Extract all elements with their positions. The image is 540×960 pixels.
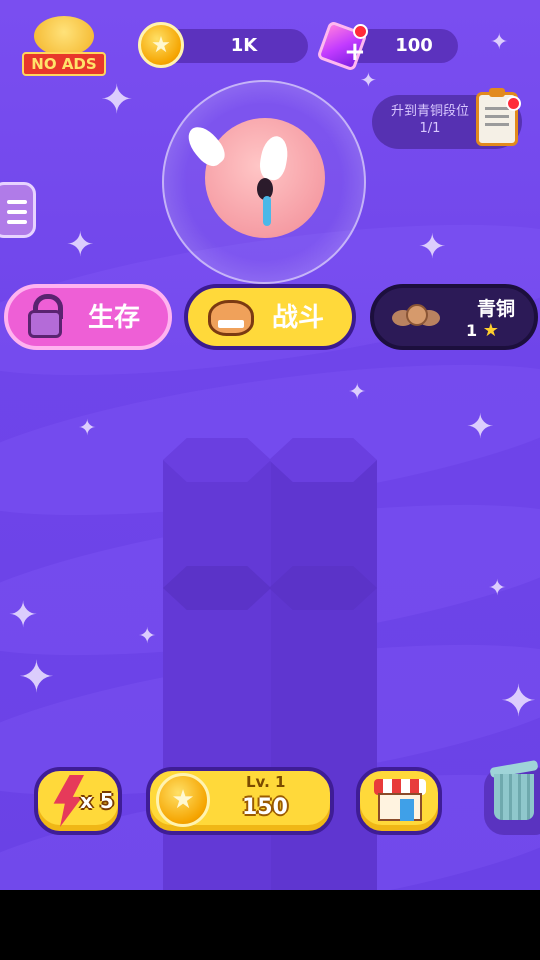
- sparkle-icon: ✦: [466, 407, 495, 447]
- upgrade-level: Lv. 1: [246, 773, 286, 791]
- survival-mode-button[interactable]: 生存: [4, 284, 172, 350]
- shop-button[interactable]: [356, 767, 442, 835]
- lock-icon: [28, 294, 63, 338]
- game-screen: ✦ ✦ ✦ ✦ ✦ ✦ ✦ ✦ ✦ ✦ ✦ ✦ ✦ NO ADS ★ 1K + …: [0, 0, 540, 890]
- dragon-icon: [202, 294, 260, 342]
- notification-dot: [506, 96, 521, 111]
- gem-amount: 100: [395, 35, 433, 56]
- sparkle-icon: ✦: [18, 652, 55, 703]
- rank-button[interactable]: 青铜 1 ★: [370, 284, 538, 350]
- sparkle-icon: ✦: [360, 68, 377, 92]
- trash-icon: [489, 759, 539, 822]
- add-gems-icon[interactable]: +: [344, 39, 366, 65]
- monster-character: [181, 118, 325, 238]
- sparkle-icon: ✦: [66, 225, 95, 265]
- rank-stars: 1 ★: [466, 320, 499, 341]
- upgrade-button[interactable]: ★ Lv. 1 150: [146, 767, 334, 835]
- no-ads-label: NO ADS: [22, 52, 106, 76]
- energy-button[interactable]: x 5: [34, 767, 122, 835]
- rank-star-count: 1: [466, 321, 478, 340]
- sparkle-icon: ✦: [138, 624, 157, 649]
- sparkle-icon: ✦: [500, 676, 537, 727]
- energy-count: x 5: [80, 789, 114, 813]
- rank-name: 青铜: [476, 298, 515, 320]
- no-ads-button[interactable]: NO ADS: [20, 16, 108, 80]
- bottom-black-bar: [0, 890, 540, 960]
- battle-mode-label: 战斗: [272, 303, 325, 333]
- sparkle-icon: ✦: [100, 77, 134, 123]
- sparkle-icon: ✦: [348, 380, 367, 405]
- sparkle-icon: ✦: [488, 576, 507, 601]
- rank-task-text: 升到青铜段位 1/1: [390, 104, 469, 136]
- sparkle-icon: ✦: [8, 595, 39, 636]
- coin-icon: ★: [138, 22, 184, 68]
- menu-icon[interactable]: [0, 182, 36, 238]
- survival-mode-label: 生存: [88, 303, 141, 333]
- shop-icon: [374, 779, 426, 821]
- coin-amount: 1K: [230, 35, 258, 56]
- no-ads-icon: [34, 16, 94, 56]
- sparkle-icon: ✦: [418, 227, 447, 267]
- sparkle-icon: ✦: [78, 416, 97, 441]
- coin-icon: ★: [156, 773, 210, 827]
- sparkle-icon: ✦: [490, 30, 509, 55]
- upgrade-cost: 150: [242, 795, 288, 820]
- star-icon: ★: [482, 320, 499, 341]
- battle-mode-button[interactable]: 战斗: [184, 284, 356, 350]
- bronze-medal-icon: [392, 302, 440, 336]
